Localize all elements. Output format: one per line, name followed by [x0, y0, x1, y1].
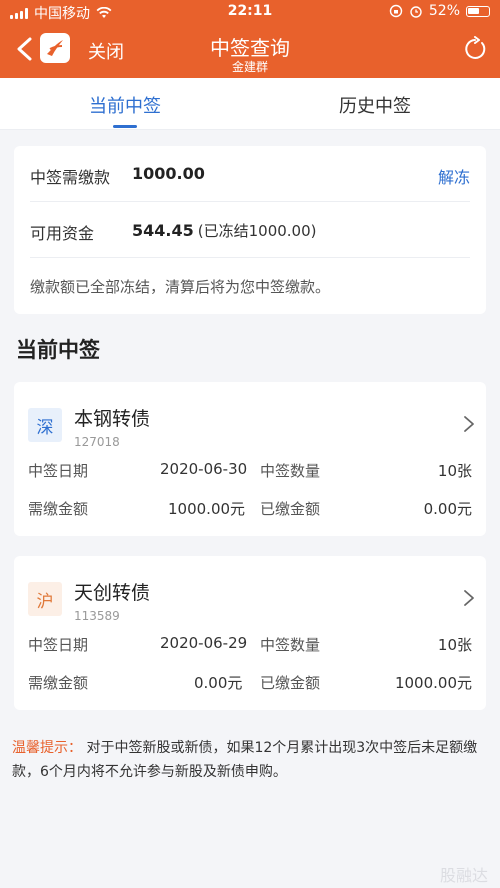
win-date-value: 2020-06-29 [160, 634, 248, 652]
bond-code: 127018 [74, 435, 120, 449]
unfreeze-button[interactable]: 解冻 [438, 164, 470, 188]
required-payment-label: 中签需缴款 [30, 168, 111, 187]
tab-current[interactable]: 当前中签 [0, 92, 250, 118]
due-amount-value: 0.00元 [194, 674, 243, 692]
paid-amount-label: 已缴金额 [260, 674, 321, 692]
battery-icon [466, 5, 490, 17]
header-bar: 中国移动 22:11 52% 关闭 中签查询 金建群 [0, 0, 500, 78]
warm-tip: 温馨提示： 对于中签新股或新债，如果12个月累计出现3次中签后未足额缴款，6个月… [12, 736, 488, 784]
chevron-right-icon[interactable] [462, 588, 476, 608]
alarm-icon [410, 6, 422, 18]
due-amount-label: 需缴金额 [28, 674, 89, 692]
bond-card[interactable]: 沪 天创转债 113589 中签日期 2020-06-29 中签数量 10张 需… [14, 556, 486, 710]
status-bar: 中国移动 22:11 52% [0, 0, 500, 24]
tip-text: 对于中签新股或新债，如果12个月累计出现3次中签后未足额缴款，6个月内将不允许参… [12, 740, 478, 780]
win-qty-value: 10张 [437, 462, 472, 480]
required-payment-row: 中签需缴款 1000.00 解冻 [30, 146, 470, 202]
bond-card[interactable]: 深 本钢转债 127018 中签日期 2020-06-30 中签数量 10张 需… [14, 382, 486, 536]
tip-label: 温馨提示： [12, 740, 82, 756]
page-title: 中签查询 [210, 36, 290, 60]
frozen-amount: (已冻结1000.00) [197, 222, 317, 240]
section-title: 当前中签 [16, 338, 100, 362]
due-amount-value: 1000.00元 [168, 500, 246, 518]
chevron-right-icon[interactable] [462, 414, 476, 434]
win-qty-label: 中签数量 [260, 636, 321, 654]
paid-amount-value: 0.00元 [423, 500, 472, 518]
watermark: 股融达 [439, 866, 488, 885]
funds-note: 缴款额已全部冻结，清算后将为您中签缴款。 [30, 278, 331, 296]
paid-amount-label: 已缴金额 [260, 500, 321, 518]
funds-card: 中签需缴款 1000.00 解冻 可用资金 544.45 (已冻结1000.00)… [14, 146, 486, 314]
due-amount-label: 需缴金额 [28, 500, 89, 518]
rotation-lock-icon [389, 4, 403, 18]
available-funds-row: 可用资金 544.45 (已冻结1000.00) [30, 202, 470, 258]
account-name: 金建群 [231, 60, 268, 74]
available-funds-value-wrap: 544.45 (已冻结1000.00) [132, 220, 316, 241]
battery-percent: 52% [428, 3, 460, 19]
bond-code: 113589 [74, 609, 120, 623]
win-qty-value: 10张 [437, 636, 472, 654]
bond-name: 本钢转债 [74, 408, 151, 430]
bond-name: 天创转债 [74, 582, 151, 604]
required-payment-value: 1000.00 [132, 164, 205, 183]
win-qty-label: 中签数量 [260, 462, 321, 480]
paid-amount-value: 1000.00元 [394, 674, 472, 692]
refresh-icon[interactable] [462, 36, 488, 62]
tab-indicator [113, 125, 137, 128]
tab-history[interactable]: 历史中签 [250, 92, 500, 118]
win-date-label: 中签日期 [28, 636, 89, 654]
win-date-value: 2020-06-30 [160, 460, 248, 478]
market-badge: 深 [28, 408, 62, 442]
available-funds-label: 可用资金 [30, 224, 95, 243]
available-funds-value: 544.45 [132, 221, 194, 240]
tab-bar: 当前中签 历史中签 [0, 78, 500, 130]
market-badge: 沪 [28, 582, 62, 616]
win-date-label: 中签日期 [28, 462, 89, 480]
